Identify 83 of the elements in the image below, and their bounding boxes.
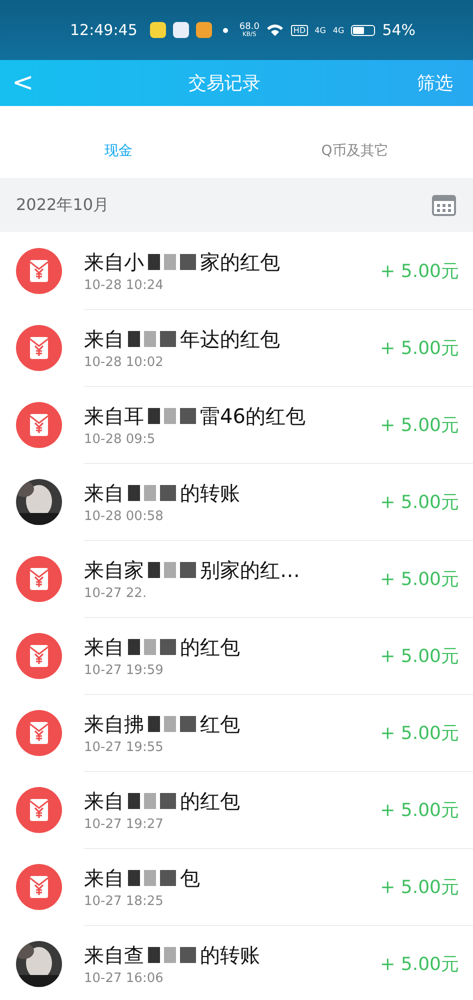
record-row[interactable]: 来自家 别家的红… 10-27 22. + 5.00元 [0, 540, 473, 617]
record-row[interactable]: 来自 的转账 10-28 00:58 + 5.00元 [0, 463, 473, 540]
record-row[interactable]: 来自查 的转账 10-27 16:06 + 5.00元 [0, 925, 473, 1000]
record-title: 来自 [84, 480, 124, 506]
record-title: 来自查 [84, 942, 144, 968]
pixelation-block [128, 331, 176, 347]
record-title: 雷46的红包 [200, 402, 306, 430]
amount: + 5.00元 [380, 568, 459, 590]
record-time: 10-27 19:27 [84, 816, 164, 832]
amount: + 5.00元 [380, 952, 459, 976]
record-title: 来自 [84, 634, 124, 660]
record-title: 包 [180, 864, 200, 892]
record-title: 年达的红包 [180, 326, 280, 352]
amount: + 5.00元 [380, 876, 459, 898]
calendar-icon[interactable] [431, 193, 457, 217]
amount: + 5.00元 [380, 644, 459, 668]
dot-icon [223, 28, 228, 32]
record-title: 来自 [84, 326, 124, 352]
record-title: 的红包 [180, 634, 240, 660]
amount: + 5.00元 [380, 798, 459, 822]
pixelation-block [128, 639, 176, 655]
pixelation-block [128, 870, 176, 886]
battery-percent: 54% [382, 21, 416, 39]
record-row[interactable]: 来自 的红包 10-27 19:59 + 5.00元 [0, 617, 473, 694]
envelope-icon [16, 402, 62, 448]
app-icon [196, 22, 212, 38]
record-time: 10-28 10:24 [84, 278, 164, 292]
record-time: 10-28 09:5 [84, 432, 156, 446]
record-time: 10-27 18:25 [84, 894, 164, 908]
page-title: 交易记录 [188, 72, 260, 95]
clock: 12:49:45 [70, 21, 138, 39]
record-title: 的转账 [200, 942, 260, 968]
envelope-icon [16, 786, 62, 832]
app-icon [150, 22, 166, 38]
record-time: 10-27 16:06 [84, 970, 164, 986]
envelope-icon [16, 632, 62, 678]
pixelation-block [128, 793, 176, 809]
signal-indicator: 4G [314, 26, 326, 34]
record-row[interactable]: 来自小 家的红包 10-28 10:24 + 5.00元 [0, 232, 473, 309]
record-title: 来自 [84, 864, 124, 892]
envelope-icon [16, 324, 62, 370]
record-row[interactable]: 来自拂 红包 10-27 19:55 + 5.00元 [0, 694, 473, 771]
amount: + 5.00元 [380, 722, 459, 744]
record-title: 的红包 [180, 788, 240, 814]
record-title: 家的红包 [200, 248, 280, 276]
pixelation-block [148, 947, 196, 963]
record-row[interactable]: 来自 年达的红包 10-28 10:02 + 5.00元 [0, 309, 473, 386]
record-title: 的转账 [180, 480, 240, 506]
record-time: 10-27 19:55 [84, 740, 164, 754]
record-title: 别家的红… [200, 556, 300, 584]
record-title: 来自家 [84, 556, 144, 584]
record-title: 来自耳 [84, 402, 144, 430]
month-label: 2022年10月 [16, 194, 110, 216]
record-row[interactable]: 来自耳 雷46的红包 10-28 09:5 + 5.00元 [0, 386, 473, 463]
pixelation-block [128, 485, 176, 501]
envelope-icon [16, 864, 62, 910]
signal-indicator: 4G [332, 26, 344, 34]
tab[interactable]: Q币及其它 [236, 106, 473, 178]
envelope-icon [16, 710, 62, 756]
record-row[interactable]: 来自 的红包 10-27 19:27 + 5.00元 [0, 771, 473, 848]
wifi-icon [266, 23, 284, 37]
amount: + 5.00元 [380, 414, 459, 436]
amount: + 5.00元 [380, 336, 459, 360]
pixelation-block [148, 562, 196, 578]
record-time: 10-28 10:02 [84, 354, 164, 370]
record-time: 10-27 19:59 [84, 662, 164, 678]
record-row[interactable]: 来自 包 10-27 18:25 + 5.00元 [0, 848, 473, 925]
amount: + 5.00元 [380, 260, 459, 282]
pixelation-block [148, 716, 196, 732]
app-icon [173, 22, 190, 38]
record-title: 来自拂 [84, 710, 144, 738]
battery-icon [351, 24, 376, 36]
pixelation-block [148, 254, 196, 270]
record-time: 10-28 00:58 [84, 508, 164, 524]
pixelation-block [148, 408, 196, 424]
hd-badge: HD [291, 24, 308, 36]
record-title: 来自 [84, 788, 124, 814]
envelope-icon [16, 556, 62, 602]
record-title: 红包 [200, 710, 240, 738]
envelope-icon [16, 248, 62, 294]
record-time: 10-27 22. [84, 586, 148, 600]
record-title: 来自小 [84, 248, 144, 276]
amount: + 5.00元 [380, 490, 459, 514]
